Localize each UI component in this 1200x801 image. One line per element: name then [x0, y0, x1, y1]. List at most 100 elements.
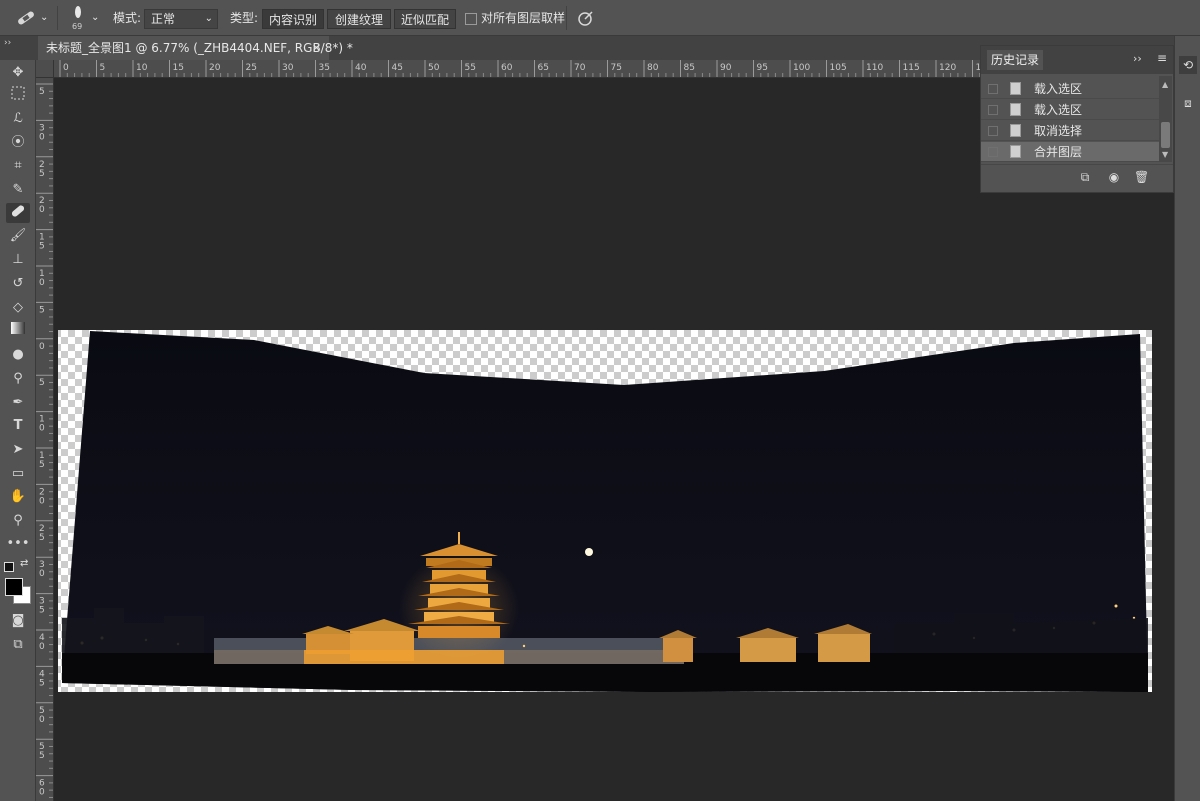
clone-stamp-tool-icon[interactable]: ⊥	[6, 250, 30, 270]
blur-tool-icon[interactable]: ●	[6, 345, 30, 365]
zoom-tool-icon[interactable]: ⚲	[6, 511, 30, 531]
tool-preset-chevron-icon[interactable]: ⌄	[40, 8, 48, 28]
ruler-label: 55	[465, 63, 476, 73]
pen-tool-icon[interactable]: ✒	[6, 393, 30, 413]
scroll-down-icon[interactable]: ▼	[1162, 150, 1168, 159]
ruler-label: 15	[173, 63, 184, 73]
healing-brush-tool-icon[interactable]	[14, 8, 38, 28]
history-brush-source-checkbox[interactable]	[988, 147, 998, 157]
history-brush-source-checkbox[interactable]	[988, 105, 998, 115]
options-bar: ⌄ 69 ⌄ 模式: 正常 ⌄ 类型: 内容识别 创建纹理 近似匹配 对所有图层…	[0, 0, 1200, 36]
type-label: 类型:	[230, 11, 259, 25]
eyedropper-tool-icon[interactable]: ✎	[6, 180, 30, 200]
lasso-tool-icon[interactable]: ℒ	[6, 109, 30, 129]
ruler-label: 5	[39, 533, 45, 543]
vertical-ruler[interactable]: 530252015105051015202530354045505560	[36, 78, 54, 801]
brush-tool-icon[interactable]: 🖌	[6, 226, 30, 246]
ruler-label: 75	[611, 63, 622, 73]
history-state-icon	[1010, 124, 1021, 137]
ruler-label: 0	[39, 569, 45, 579]
ruler-label: 5	[39, 678, 45, 688]
moon	[585, 548, 593, 556]
quick-selection-tool-icon[interactable]: ⦿	[6, 133, 30, 153]
ruler-origin[interactable]	[36, 60, 54, 78]
mode-select[interactable]: 正常 ⌄	[144, 9, 218, 29]
document-tab-close-icon[interactable]: ×	[312, 36, 321, 60]
more-tools-icon[interactable]: •••	[6, 534, 30, 554]
ruler-label: 50	[428, 63, 440, 73]
pressure-size-icon[interactable]	[577, 9, 595, 27]
quick-mask-icon[interactable]: ◙	[6, 611, 30, 631]
ruler-label: 45	[392, 63, 403, 73]
ruler-label: 90	[720, 63, 732, 73]
mode-select-value: 正常	[151, 12, 176, 26]
default-colors-icon[interactable]	[4, 562, 14, 572]
history-state-icon	[1010, 82, 1021, 95]
history-panel-footer: ⧉ ◉ 🗑	[981, 164, 1173, 193]
ruler-label: 0	[39, 715, 45, 725]
ruler-label: 5	[39, 606, 45, 616]
swap-colors-icon[interactable]: ⇄	[20, 558, 28, 569]
history-brush-tool-icon[interactable]: ↺	[6, 274, 30, 294]
type-tool-icon[interactable]: T	[6, 416, 30, 436]
dodge-tool-icon[interactable]: ⚲	[6, 369, 30, 389]
marquee-tool-icon[interactable]	[6, 86, 30, 106]
ruler-label: 5	[39, 460, 45, 470]
hand-tool-icon[interactable]: ✋	[6, 487, 30, 507]
new-snapshot-camera-icon[interactable]: ◉	[1107, 170, 1121, 184]
sample-all-layers-checkbox[interactable]	[465, 13, 477, 25]
collapse-toolbar-icon[interactable]: ››	[4, 38, 11, 48]
path-selection-tool-icon[interactable]: ➤	[6, 440, 30, 460]
panel-menu-icon[interactable]: ≡	[1157, 51, 1167, 65]
ruler-label: 70	[574, 63, 586, 73]
document-tab[interactable]: 未标题_全景图1 @ 6.77% (_ZHB4404.NEF, RGB/8*) …	[38, 36, 353, 60]
type-create-texture-button[interactable]: 创建纹理	[327, 9, 391, 29]
ruler-label: 5	[39, 751, 45, 761]
ruler-label: 0	[39, 424, 45, 434]
separator	[57, 6, 58, 30]
history-item[interactable]: 载入选区	[981, 100, 1159, 120]
new-document-from-state-icon[interactable]: ⧉	[1078, 170, 1092, 184]
healing-brush-tool-icon[interactable]	[6, 203, 30, 223]
history-item-label: 取消选择	[1034, 124, 1083, 138]
ruler-label: 60	[501, 63, 513, 73]
ruler-label: 0	[39, 278, 45, 288]
history-panel-icon[interactable]: ⟲	[1179, 56, 1197, 74]
brush-picker-chevron-icon[interactable]: ⌄	[91, 8, 99, 28]
history-item-selected[interactable]: 合并图层	[981, 142, 1159, 162]
history-brush-source-checkbox[interactable]	[988, 126, 998, 136]
ruler-label: 0	[39, 342, 45, 352]
crop-tool-icon[interactable]: ⌗	[6, 156, 30, 176]
type-content-aware-button[interactable]: 内容识别	[262, 9, 324, 29]
delete-state-trash-icon[interactable]: 🗑	[1134, 170, 1149, 184]
ruler-label: 5	[39, 169, 45, 179]
ruler-label: 65	[538, 63, 549, 73]
eraser-tool-icon[interactable]: ◇	[6, 298, 30, 318]
history-panel-header: 历史记录 ›› ≡	[981, 46, 1173, 74]
ruler-label: 40	[355, 63, 367, 73]
history-item[interactable]: 取消选择	[981, 121, 1159, 141]
history-brush-source-checkbox[interactable]	[988, 84, 998, 94]
screen-mode-icon[interactable]: ⧉	[6, 635, 30, 655]
history-state-icon	[1010, 103, 1021, 116]
ruler-label: 0	[39, 132, 45, 142]
type-proximity-match-button[interactable]: 近似匹配	[394, 9, 456, 29]
history-state-icon	[1010, 145, 1021, 158]
history-item-label: 载入选区	[1034, 82, 1083, 96]
foreground-color-swatch[interactable]	[5, 578, 23, 596]
ruler-label: 5	[39, 378, 45, 388]
gradient-tool-icon[interactable]	[6, 321, 30, 341]
history-panel-title[interactable]: 历史记录	[987, 50, 1044, 70]
history-panel: 历史记录 ›› ≡ 载入选区 载入选区 取消选择 合并图层 ▲ ▼ ⧉ ◉ 🗑	[980, 45, 1174, 193]
ruler-label: 5	[100, 63, 106, 73]
ruler-label: 85	[684, 63, 695, 73]
ruler-label: 120	[939, 63, 956, 73]
history-scroll-thumb[interactable]	[1161, 122, 1170, 148]
rectangle-tool-icon[interactable]: ▭	[6, 464, 30, 484]
collapse-panel-icon[interactable]: ››	[1133, 52, 1142, 65]
move-tool-icon[interactable]: ✥	[6, 63, 30, 83]
scroll-up-icon[interactable]: ▲	[1162, 80, 1168, 89]
history-item[interactable]: 载入选区	[981, 79, 1159, 99]
ruler-label: 0	[63, 63, 69, 73]
properties-panel-icon[interactable]: ⧈	[1179, 94, 1197, 112]
